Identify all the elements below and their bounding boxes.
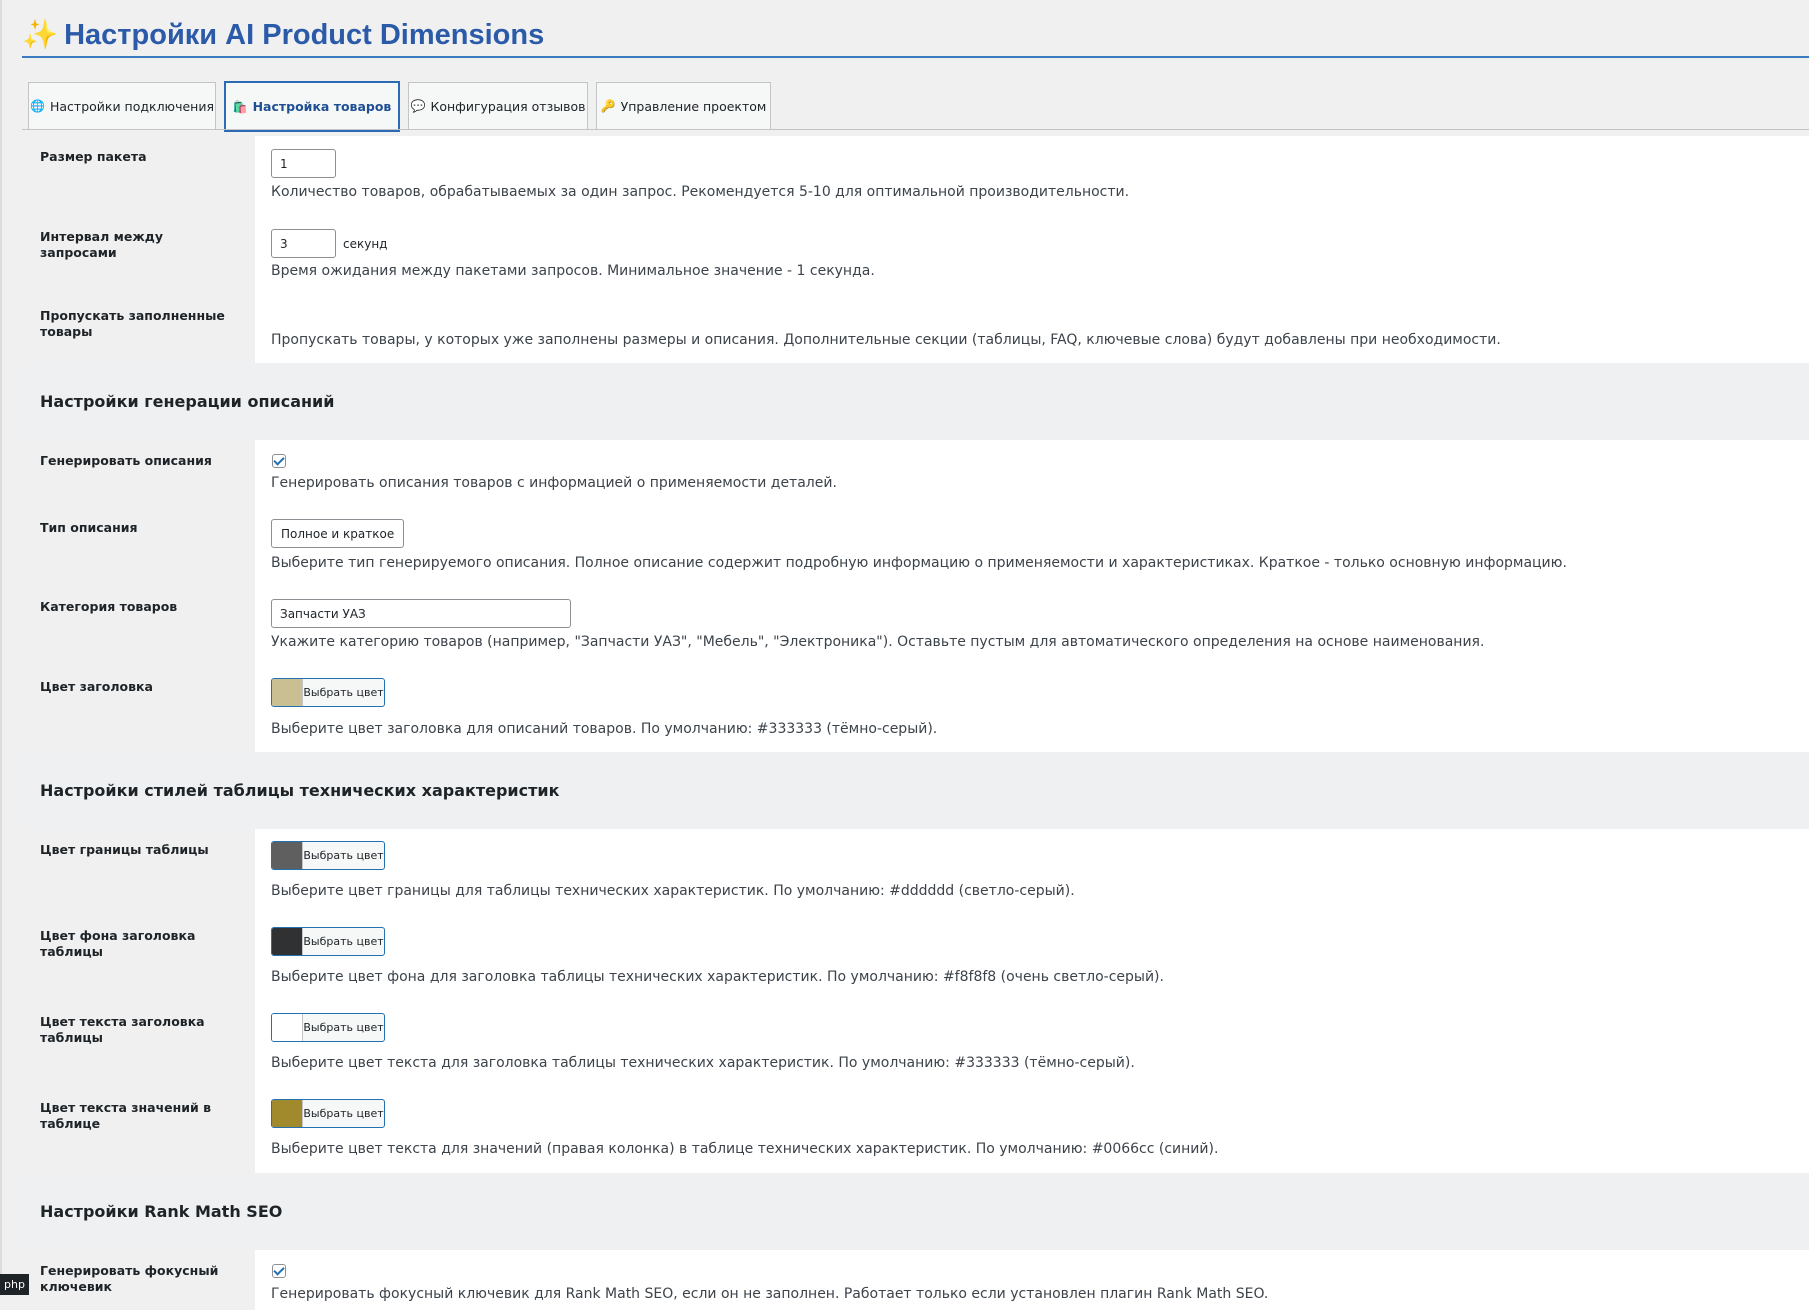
- setting-field: секунд Время ожидания между пакетами зап…: [255, 216, 1809, 295]
- setting-field: Выбрать цвет Выберите цвет текста для за…: [255, 1001, 1809, 1087]
- color-picker-label: Выбрать цвет: [303, 849, 384, 862]
- batch-size-description: Количество товаров, обрабатываемых за од…: [271, 184, 1130, 200]
- page-title: ✨ Настройки AI Product Dimensions: [22, 18, 544, 52]
- setting-field: Полное и краткое Выберите тип генерируем…: [255, 507, 1809, 586]
- globe-icon: 🌐: [30, 99, 45, 113]
- border-color-description: Выберите цвет границы для таблицы технич…: [271, 883, 1075, 899]
- generate-descriptions-checkbox[interactable]: [272, 454, 286, 468]
- setting-row-batch-size: Размер пакета Количество товаров, обраба…: [24, 136, 1809, 217]
- setting-row-focus-keyword: Генерировать фокусный ключевик Генериров…: [24, 1250, 1809, 1310]
- batch-size-label: Размер пакета: [24, 136, 255, 216]
- setting-field: Количество товаров, обрабатываемых за од…: [255, 136, 1809, 216]
- interval-description: Время ожидания между пакетами запросов. …: [271, 263, 875, 279]
- description-type-select[interactable]: Полное и краткое: [271, 519, 405, 548]
- setting-field: Выбрать цвет Выберите цвет заголовка для…: [255, 666, 1809, 752]
- category-description: Укажите категорию товаров (например, "За…: [271, 634, 1485, 650]
- title-underline: [22, 56, 1809, 58]
- tab-label: Настройка товаров: [252, 99, 392, 114]
- setting-row-border-color: Цвет границы таблицы Выбрать цвет Выбери…: [24, 829, 1809, 916]
- php-badge: php: [0, 1274, 29, 1295]
- value-text-color-picker-button[interactable]: Выбрать цвет: [271, 1099, 385, 1128]
- header-bg-color-label: Цвет фона заголовка таблицы: [24, 915, 255, 1001]
- header-text-color-description: Выберите цвет текста для заголовка табли…: [271, 1055, 1135, 1071]
- section-rank-math-seo: Настройки Rank Math SEO: [24, 1173, 1809, 1251]
- tab-label: Управление проектом: [620, 98, 767, 114]
- interval-label: Интервал между запросами: [24, 216, 255, 295]
- section-heading: Настройки генерации описаний: [40, 392, 335, 411]
- border-color-label: Цвет границы таблицы: [24, 829, 255, 915]
- header-text-color-label: Цвет текста заголовка таблицы: [24, 1001, 255, 1087]
- setting-row-generate-descriptions: Генерировать описания Генерировать описа…: [24, 440, 1809, 508]
- shopping-bags-icon: 🛍️: [232, 99, 248, 114]
- color-picker-label: Выбрать цвет: [303, 935, 384, 948]
- tab-label: Настройки подключения: [49, 98, 214, 114]
- tab-label: Конфигурация отзывов: [430, 98, 586, 114]
- tabs-divider: [22, 129, 1809, 130]
- sparkles-icon: ✨: [22, 19, 59, 51]
- heading-color-label: Цвет заголовка: [24, 666, 255, 752]
- color-picker-label: Выбрать цвет: [303, 1021, 384, 1034]
- color-picker-label: Выбрать цвет: [303, 1107, 384, 1120]
- description-type-description: Выберите тип генерируемого описания. Пол…: [271, 555, 1567, 571]
- category-input[interactable]: [271, 599, 571, 628]
- setting-row-category: Категория товаров Укажите категорию това…: [24, 586, 1809, 667]
- focus-keyword-label: Генерировать фокусный ключевик: [24, 1250, 255, 1310]
- color-swatch: [272, 1014, 303, 1041]
- setting-row-header-bg-color: Цвет фона заголовка таблицы Выбрать цвет…: [24, 915, 1809, 1002]
- section-heading: Настройки стилей таблицы технических хар…: [40, 781, 560, 800]
- tab-project-management[interactable]: 🔑 Управление проектом: [596, 82, 771, 129]
- border-color-picker-button[interactable]: Выбрать цвет: [271, 841, 385, 870]
- setting-row-value-text-color: Цвет текста значений в таблице Выбрать ц…: [24, 1087, 1809, 1174]
- setting-field: Выбрать цвет Выберите цвет текста для зн…: [255, 1087, 1809, 1173]
- color-swatch: [272, 842, 303, 869]
- header-text-color-picker-button[interactable]: Выбрать цвет: [271, 1013, 385, 1042]
- batch-size-input[interactable]: [271, 149, 336, 178]
- category-label: Категория товаров: [24, 586, 255, 666]
- setting-row-skip-filled: Пропускать заполненные товары Пропускать…: [24, 295, 1809, 460]
- interval-unit: секунд: [343, 237, 388, 251]
- focus-keyword-checkbox[interactable]: [272, 1264, 286, 1278]
- tab-connection-settings[interactable]: 🌐 Настройки подключения: [28, 82, 216, 129]
- setting-field: Выбрать цвет Выберите цвет границы для т…: [255, 829, 1809, 915]
- heading-color-description: Выберите цвет заголовка для описаний тов…: [271, 721, 938, 737]
- tab-reviews-configuration[interactable]: 💬 Конфигурация отзывов: [408, 82, 588, 129]
- setting-row-header-text-color: Цвет текста заголовка таблицы Выбрать цв…: [24, 1001, 1809, 1088]
- setting-field: Пропускать товары, у которых уже заполне…: [255, 295, 1809, 460]
- setting-field: Выбрать цвет Выберите цвет фона для заго…: [255, 915, 1809, 1001]
- header-bg-color-description: Выберите цвет фона для заголовка таблицы…: [271, 969, 1164, 985]
- admin-menu-edge: [0, 0, 2, 1295]
- setting-row-description-type: Тип описания Полное и краткое Выберите т…: [24, 507, 1809, 587]
- speech-bubble-icon: 💬: [410, 99, 426, 113]
- generate-descriptions-description: Генерировать описания товаров с информац…: [271, 475, 837, 491]
- section-table-styles: Настройки стилей таблицы технических хар…: [24, 752, 1809, 830]
- color-swatch: [272, 679, 303, 706]
- value-text-color-description: Выберите цвет текста для значений (права…: [271, 1141, 1219, 1157]
- description-type-label: Тип описания: [24, 507, 255, 586]
- skip-filled-description: Пропускать товары, у которых уже заполне…: [271, 332, 1501, 348]
- setting-row-interval: Интервал между запросами секунд Время ож…: [24, 216, 1809, 296]
- skip-filled-label: Пропускать заполненные товары: [24, 295, 255, 363]
- setting-row-heading-color: Цвет заголовка Выбрать цвет Выберите цве…: [24, 666, 1809, 753]
- page-title-text: Настройки AI Product Dimensions: [64, 19, 545, 51]
- setting-field: Укажите категорию товаров (например, "За…: [255, 586, 1809, 666]
- section-heading: Настройки Rank Math SEO: [40, 1202, 283, 1221]
- setting-field: Генерировать фокусный ключевик для Rank …: [255, 1250, 1809, 1310]
- interval-input[interactable]: [271, 229, 336, 258]
- color-swatch: [272, 928, 303, 955]
- section-description-generation: Настройки генерации описаний: [24, 363, 1809, 441]
- color-swatch: [272, 1100, 303, 1127]
- generate-descriptions-label: Генерировать описания: [24, 440, 255, 507]
- key-icon: 🔑: [600, 99, 616, 113]
- color-picker-label: Выбрать цвет: [303, 686, 384, 699]
- focus-keyword-description: Генерировать фокусный ключевик для Rank …: [271, 1286, 1269, 1302]
- setting-field: Генерировать описания товаров с информац…: [255, 440, 1809, 507]
- heading-color-picker-button[interactable]: Выбрать цвет: [271, 678, 385, 707]
- header-bg-color-picker-button[interactable]: Выбрать цвет: [271, 927, 385, 956]
- value-text-color-label: Цвет текста значений в таблице: [24, 1087, 255, 1173]
- tab-product-settings[interactable]: 🛍️ Настройка товаров: [224, 81, 400, 132]
